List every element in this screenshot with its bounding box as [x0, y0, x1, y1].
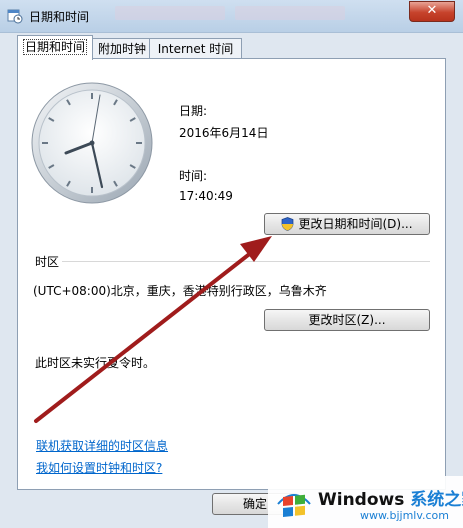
tab-label: Internet 时间: [158, 42, 233, 56]
timezone-heading: 时区: [35, 253, 59, 270]
date-label: 日期:: [179, 102, 207, 119]
uac-shield-icon: [281, 217, 294, 231]
calendar-clock-icon: [7, 8, 23, 24]
change-date-time-label: 更改日期和时间(D)...: [298, 217, 412, 231]
change-timezone-label: 更改时区(Z)...: [308, 313, 385, 327]
tab-label: 日期和时间: [23, 39, 87, 55]
time-value: 17:40:49: [179, 189, 233, 203]
tab-internet-time[interactable]: Internet 时间: [149, 38, 242, 59]
close-button[interactable]: ✕: [409, 1, 455, 22]
tab-additional-clocks[interactable]: 附加时钟: [90, 38, 154, 59]
date-value: 2016年6月14日: [179, 124, 268, 141]
watermark-brand-windows: Windows: [318, 490, 404, 510]
blurred-background: [235, 6, 345, 20]
watermark-url: www.bjjmlv.com: [360, 509, 449, 522]
change-timezone-button[interactable]: 更改时区(Z)...: [264, 309, 430, 331]
window-title: 日期和时间: [29, 8, 89, 25]
change-date-time-button[interactable]: 更改日期和时间(D)...: [264, 213, 430, 235]
close-icon: ✕: [427, 3, 438, 18]
tab-date-time[interactable]: 日期和时间: [17, 35, 93, 60]
ok-label: 确定: [243, 497, 267, 511]
windows-logo-icon: [274, 484, 314, 520]
watermark: Windows 系统之家 www.bjjmlv.com: [268, 476, 463, 528]
watermark-brand: Windows 系统之家: [318, 485, 463, 510]
how-to-set-clock-link[interactable]: 我如何设置时钟和时区?: [36, 459, 162, 476]
timezone-value: (UTC+08:00)北京，重庆，香港特别行政区，乌鲁木齐: [33, 282, 327, 299]
title-bar: 日期和时间 ✕: [0, 0, 463, 33]
blurred-background: [115, 6, 225, 20]
tab-label: 附加时钟: [98, 42, 146, 56]
dst-notice: 此时区未实行夏令时。: [35, 354, 155, 371]
timezone-divider: [62, 261, 430, 262]
online-timezone-info-link[interactable]: 联机获取详细的时区信息: [36, 437, 168, 454]
tab-panel: 日期: 2016年6月14日 时间: 17:40:49 更改日期和时间(D)..…: [17, 58, 446, 490]
time-label: 时间:: [179, 167, 207, 184]
analog-clock: [30, 81, 154, 205]
watermark-brand-suffix: 系统之家: [410, 490, 463, 510]
